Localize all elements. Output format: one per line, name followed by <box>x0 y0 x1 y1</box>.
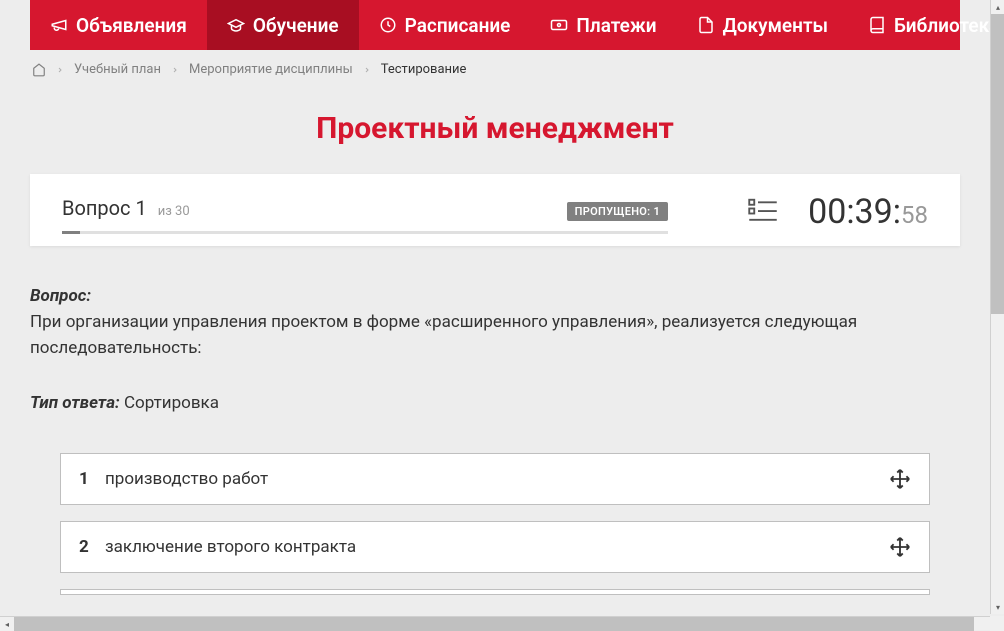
nav-documents[interactable]: Документы <box>677 0 848 50</box>
drag-handle-icon[interactable] <box>889 468 911 490</box>
scroll-down-arrow[interactable]: ▾ <box>991 600 1004 614</box>
sort-item-number: 2 <box>79 537 91 557</box>
chevron-right-icon <box>56 66 64 74</box>
scroll-track[interactable] <box>14 617 990 630</box>
sort-item[interactable] <box>60 589 930 595</box>
scroll-thumb[interactable] <box>991 14 1004 314</box>
nav-schedule[interactable]: Расписание <box>359 0 531 50</box>
main-nav: Объявления Обучение Расписание Платежи Д… <box>30 0 960 50</box>
sort-item-text: заключение второго контракта <box>105 537 889 557</box>
document-icon <box>697 16 715 34</box>
question-progress: Вопрос 1 из 30 ПРОПУЩЕНО: 1 <box>62 196 668 234</box>
timer-seconds: 58 <box>901 201 928 229</box>
sort-item[interactable]: 1 производство работ <box>60 453 930 505</box>
question-total: из 30 <box>158 204 190 219</box>
book-icon <box>868 16 886 34</box>
breadcrumb-link-plan[interactable]: Учебный план <box>74 62 161 77</box>
question-text: При организации управления проектом в фо… <box>30 310 960 361</box>
progress-fill <box>62 231 80 234</box>
nav-announcements[interactable]: Объявления <box>30 0 207 50</box>
chevron-right-icon <box>171 66 179 74</box>
horizontal-scrollbar[interactable]: ◂ ▸ <box>0 616 1004 630</box>
scrollbar-corner <box>990 616 1004 630</box>
question-content: Вопрос: При организации управления проек… <box>0 246 990 614</box>
payment-icon <box>550 16 568 34</box>
megaphone-icon <box>50 16 68 34</box>
sort-items-list: 1 производство работ 2 заключение второг… <box>60 453 930 595</box>
clock-icon <box>379 16 397 34</box>
graduation-icon <box>227 16 245 34</box>
chevron-right-icon <box>363 66 371 74</box>
question-label: Вопрос: <box>30 286 960 306</box>
breadcrumb-link-event[interactable]: Мероприятие дисциплины <box>189 62 353 77</box>
question-list-icon[interactable] <box>748 198 778 224</box>
nav-label: Объявления <box>76 14 187 37</box>
quiz-info-card: Вопрос 1 из 30 ПРОПУЩЕНО: 1 00:39:58 <box>30 174 960 246</box>
scroll-up-arrow[interactable]: ▴ <box>991 0 1004 14</box>
nav-library[interactable]: Библиотека <box>848 0 990 50</box>
answer-type: Тип ответа: Сортировка <box>30 393 960 413</box>
scroll-left-arrow[interactable]: ◂ <box>0 617 14 631</box>
nav-learning[interactable]: Обучение <box>207 0 359 50</box>
nav-label: Платежи <box>576 14 656 37</box>
sort-item-text: производство работ <box>105 469 889 489</box>
drag-handle-icon[interactable] <box>889 536 911 558</box>
skipped-badge: ПРОПУЩЕНО: 1 <box>567 202 668 221</box>
scroll-track[interactable] <box>991 14 1004 600</box>
nav-label: Расписание <box>405 14 511 37</box>
sort-item-number: 1 <box>79 469 91 489</box>
answer-type-label: Тип ответа: <box>30 393 120 413</box>
breadcrumb-current: Тестирование <box>381 62 467 77</box>
breadcrumb: Учебный план Мероприятие дисциплины Тест… <box>0 50 990 89</box>
answer-type-value: Сортировка <box>124 393 219 413</box>
home-icon[interactable] <box>32 63 46 77</box>
nav-label: Обучение <box>253 14 339 37</box>
progress-bar <box>62 231 668 234</box>
sort-item[interactable]: 2 заключение второго контракта <box>60 521 930 573</box>
timer: 00:39:58 <box>808 192 928 232</box>
nav-payments[interactable]: Платежи <box>530 0 676 50</box>
nav-label: Библиотека <box>894 14 990 37</box>
nav-label: Документы <box>723 14 828 37</box>
page-title: Проектный менеджмент <box>0 111 990 146</box>
timer-main: 00:39: <box>808 192 901 232</box>
question-number: Вопрос 1 <box>62 196 152 220</box>
scroll-thumb[interactable] <box>14 617 974 631</box>
vertical-scrollbar[interactable]: ▴ ▾ <box>990 0 1004 614</box>
